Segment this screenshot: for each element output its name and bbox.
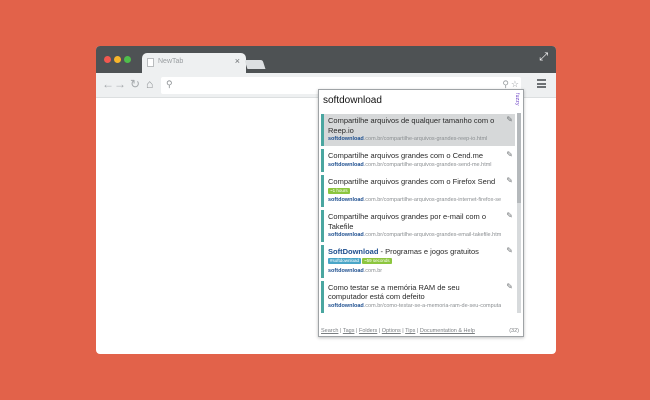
result-url-host: softdownload <box>328 161 364 168</box>
tag-badge[interactable]: ~59 seconds <box>362 258 392 265</box>
edit-icon[interactable]: ✎ <box>506 212 513 220</box>
tab-title: NewTab <box>158 58 184 65</box>
result-url-host: softdownload <box>328 267 364 274</box>
result-url: softdownload.com.br/compartilhe-arquivos… <box>328 196 501 204</box>
result-url: softdownload.com.br/compartilhe-arquivos… <box>328 135 501 143</box>
result-item[interactable]: Compartilhe arquivos grandes com o Cend.… <box>321 149 515 172</box>
result-url-path: .com.br/compartilhe-arquivos-grandes-ema… <box>363 232 501 238</box>
result-url: softdownload.com.br/como-testar-se-a-mem… <box>328 302 501 310</box>
result-url: softdownload.com.br/compartilhe-arquivos… <box>328 231 501 239</box>
result-url: softdownload.com.br/compartilhe-arquivos… <box>328 161 501 169</box>
result-item[interactable]: SoftDownload - Programas e jogos gratuit… <box>321 245 515 278</box>
footer-link-folders[interactable]: Folders <box>359 328 377 334</box>
edit-icon[interactable]: ✎ <box>506 176 513 185</box>
new-tab-button[interactable] <box>244 60 266 69</box>
footer-link-documentation-help[interactable]: Documentation & Help <box>420 328 475 334</box>
footer-link-tips[interactable]: Tips <box>405 328 415 334</box>
footer-link-tags[interactable]: Tags <box>343 328 355 334</box>
result-title-text: Como testar se a memória RAM de seu comp… <box>328 282 460 302</box>
result-tags: #softdownload ~59 seconds <box>328 258 501 266</box>
result-url-host: softdownload <box>328 232 364 238</box>
result-title-text: Compartilhe arquivos grandes com o Firef… <box>328 176 496 186</box>
fullscreen-icon[interactable]: ⤢ <box>539 52 548 63</box>
footer-link-search[interactable]: Search <box>321 328 338 334</box>
result-title-text: Compartilhe arquivos grandes com o Cend.… <box>328 151 484 160</box>
result-title-text: Compartilhe arquivos grandes por e-mail … <box>328 212 486 231</box>
maximize-window-button[interactable] <box>124 56 131 63</box>
result-title-text: Compartilhe arquivos de qualquer tamanho… <box>328 116 495 135</box>
result-title[interactable]: Compartilhe arquivos grandes com o Cend.… <box>328 151 501 161</box>
scrollbar-thumb[interactable] <box>517 113 521 203</box>
menu-icon[interactable] <box>537 79 546 88</box>
minimize-window-button[interactable] <box>114 56 121 63</box>
footer-link-options[interactable]: Options <box>382 328 401 334</box>
title-bar: NewTab × ⤢ <box>96 46 556 73</box>
reload-icon[interactable]: ↻ <box>130 78 140 90</box>
edit-icon[interactable]: ✎ <box>506 116 513 124</box>
result-title[interactable]: SoftDownload - Programas e jogos gratuit… <box>328 247 501 257</box>
result-title[interactable]: Como testar se a memória RAM de seu comp… <box>328 283 501 302</box>
page-icon <box>147 58 154 67</box>
result-url-host: softdownload <box>328 136 364 142</box>
tag-badge[interactable]: ~1 hours <box>328 187 350 194</box>
search-mode-toggle[interactable]: fuzzy <box>514 93 520 106</box>
results-scrollbar[interactable] <box>517 113 521 313</box>
footer-links: Search | Tags | Folders | Options | Tips… <box>321 328 475 334</box>
result-title[interactable]: Compartilhe arquivos grandes por e-mail … <box>328 212 501 231</box>
edit-icon[interactable]: ✎ <box>506 282 513 291</box>
edit-icon[interactable]: ✎ <box>506 247 513 255</box>
home-icon[interactable]: ⌂ <box>146 78 153 90</box>
result-title[interactable]: Compartilhe arquivos grandes com o Firef… <box>328 177 501 187</box>
result-item[interactable]: Compartilhe arquivos grandes com o Firef… <box>321 174 515 207</box>
tab-newtab[interactable]: NewTab × <box>142 53 246 73</box>
result-url-path: .com.br/compartilhe-arquivos-grandes-sen… <box>363 161 492 168</box>
result-url: softdownload.com.br <box>328 267 501 275</box>
edit-icon[interactable]: ✎ <box>506 151 513 159</box>
result-item[interactable]: Como testar se a memória RAM de seu comp… <box>321 280 515 313</box>
result-item[interactable]: Compartilhe arquivos grandes por e-mail … <box>321 210 515 242</box>
popup-footer: Search | Tags | Folders | Options | Tips… <box>321 328 521 334</box>
tag-badge[interactable]: #softdownload <box>328 258 362 265</box>
tab-close-button[interactable]: × <box>235 57 240 66</box>
result-url-path: .com.br/como-testar-se-a-memoria-ram-de-… <box>363 302 501 309</box>
back-icon[interactable]: ← <box>102 78 114 90</box>
search-icon: ⚲ <box>166 79 173 89</box>
result-url-path: .com.br/compartilhe-arquivos-grandes-ree… <box>363 136 488 142</box>
close-window-button[interactable] <box>104 56 111 63</box>
result-title-text: - Programas e jogos gratuitos <box>378 247 479 256</box>
result-item[interactable]: Compartilhe arquivos de qualquer tamanho… <box>321 114 515 146</box>
result-url-host: softdownload <box>328 302 364 309</box>
result-title[interactable]: Compartilhe arquivos de qualquer tamanho… <box>328 116 501 135</box>
result-url-host: softdownload <box>328 197 364 203</box>
result-tags: ~1 hours <box>328 187 501 195</box>
result-count: (32) <box>509 328 519 334</box>
search-input[interactable]: softdownload <box>323 95 382 106</box>
result-url-path: .com.br/compartilhe-arquivos-grandes-int… <box>363 197 501 203</box>
bookmark-search-popup: softdownload fuzzy Compartilhe arquivos … <box>318 89 524 337</box>
result-url-path: .com.br <box>363 267 383 274</box>
result-title-highlight: SoftDownload <box>328 247 379 256</box>
forward-icon[interactable]: → <box>114 78 126 90</box>
results-list: Compartilhe arquivos de qualquer tamanho… <box>321 114 515 316</box>
